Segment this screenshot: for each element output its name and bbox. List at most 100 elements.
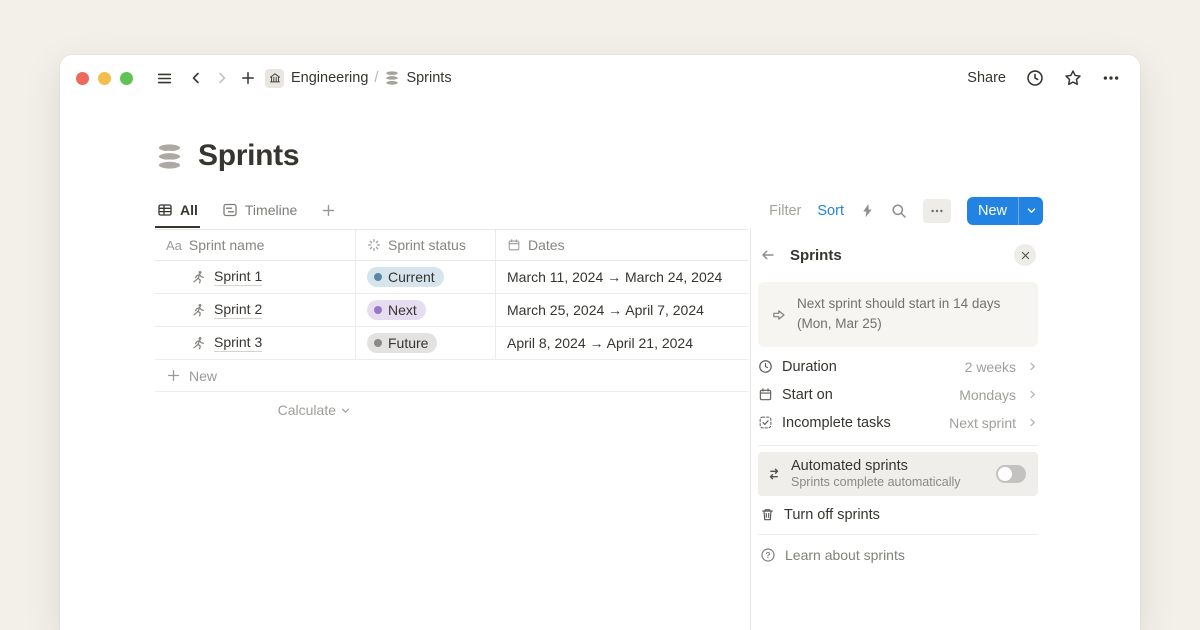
column-header-sprint-status[interactable]: Sprint status — [355, 230, 495, 260]
date-property-icon — [507, 238, 521, 252]
status-label: Next — [388, 302, 417, 318]
breadcrumb: Engineering / Sprints — [291, 70, 452, 86]
column-header-sprint-name[interactable]: Aa Sprint name — [155, 230, 355, 260]
status-dot — [374, 339, 382, 347]
new-row-label: New — [189, 368, 217, 384]
sprint-status-cell[interactable]: Next — [355, 294, 495, 326]
incomplete-tasks-icon — [758, 415, 773, 430]
automated-sprints-row[interactable]: Automated sprints Sprints complete autom… — [758, 452, 1038, 496]
timeline-view-icon — [222, 202, 238, 218]
turn-off-sprints-label: Turn off sprints — [784, 507, 880, 523]
sprint-name-cell[interactable]: Sprint 3 — [155, 327, 355, 359]
app-window: Engineering / Sprints Share Sprints — [60, 55, 1140, 630]
status-badge: Next — [367, 300, 426, 320]
panel-close-icon[interactable] — [1014, 244, 1036, 266]
history-icon[interactable] — [1026, 69, 1044, 87]
setting-value: 2 weeks — [965, 359, 1016, 375]
window-topbar: Engineering / Sprints Share — [60, 55, 1140, 101]
favorite-icon[interactable] — [1064, 69, 1082, 87]
sprint-settings-panel: Sprints Next sprint should start in 14 d… — [758, 228, 1038, 575]
search-icon[interactable] — [891, 203, 907, 219]
status-label: Future — [388, 335, 428, 351]
setting-value: Mondays — [959, 387, 1016, 403]
status-dot — [374, 273, 382, 281]
automated-sprints-icon — [766, 466, 782, 482]
sprint-dates-cell[interactable]: April 8, 2024 → April 21, 2024 — [495, 327, 748, 359]
new-button-group: New — [967, 197, 1043, 225]
table-row: Sprint 3 Future April 8, 2024 → April 21… — [155, 327, 748, 360]
setting-duration[interactable]: Duration 2 weeks — [758, 353, 1038, 381]
new-page-icon[interactable] — [235, 65, 261, 91]
menu-icon[interactable] — [151, 65, 177, 91]
panel-divider — [750, 228, 751, 630]
info-text: Next sprint should start in 14 days (Mon… — [797, 294, 1000, 335]
filter-button[interactable]: Filter — [769, 203, 801, 219]
add-view-icon[interactable] — [321, 193, 336, 228]
database-icon — [384, 70, 400, 86]
panel-header: Sprints — [758, 228, 1038, 282]
table-header-row: Aa Sprint name Sprint status Dates — [155, 229, 748, 261]
sprint-name-cell[interactable]: Sprint 1 — [155, 261, 355, 293]
sprint-name-link[interactable]: Sprint 2 — [214, 301, 262, 320]
breadcrumb-separator: / — [374, 70, 378, 86]
automated-sprints-title: Automated sprints — [791, 458, 961, 474]
column-header-label: Dates — [528, 237, 565, 253]
automated-sprints-toggle[interactable] — [996, 465, 1026, 483]
database-toolbar: Filter Sort New — [769, 193, 1043, 228]
next-sprint-info: Next sprint should start in 14 days (Mon… — [758, 282, 1038, 347]
sprint-dates-cell[interactable]: March 25, 2024 → April 7, 2024 — [495, 294, 748, 326]
page-title[interactable]: Sprints — [198, 139, 299, 173]
more-icon[interactable] — [1102, 69, 1120, 87]
share-button[interactable]: Share — [967, 70, 1006, 86]
workspace-icon — [265, 69, 284, 88]
sprint-icon — [191, 336, 206, 351]
sprint-name-link[interactable]: Sprint 1 — [214, 268, 262, 287]
back-icon[interactable] — [183, 65, 209, 91]
page-title-row: Sprints — [155, 139, 299, 173]
tab-all[interactable]: All — [155, 193, 200, 228]
view-options-button[interactable] — [923, 199, 951, 223]
panel-back-icon[interactable] — [760, 247, 776, 263]
column-header-dates[interactable]: Dates — [495, 230, 748, 260]
sprint-status-cell[interactable]: Current — [355, 261, 495, 293]
status-badge: Current — [367, 267, 444, 287]
status-label: Current — [388, 269, 435, 285]
sprint-name-link[interactable]: Sprint 3 — [214, 334, 262, 353]
info-line2: (Mon, Mar 25) — [797, 316, 882, 331]
close-window-button[interactable] — [76, 72, 89, 85]
setting-incomplete-tasks[interactable]: Incomplete tasks Next sprint — [758, 409, 1038, 437]
chevron-right-icon — [1027, 361, 1038, 372]
column-header-label: Sprint name — [189, 237, 264, 253]
minimize-window-button[interactable] — [98, 72, 111, 85]
forward-icon[interactable] — [209, 65, 235, 91]
sprint-name-cell[interactable]: Sprint 2 — [155, 294, 355, 326]
calculate-button[interactable]: Calculate — [155, 397, 355, 423]
learn-about-sprints-link[interactable]: ? Learn about sprints — [758, 535, 1038, 575]
traffic-lights — [76, 72, 133, 85]
panel-divider-line — [758, 445, 1038, 446]
sprint-status-cell[interactable]: Future — [355, 327, 495, 359]
setting-start-on[interactable]: Start on Mondays — [758, 381, 1038, 409]
tab-timeline[interactable]: Timeline — [220, 193, 299, 228]
setting-label: Incomplete tasks — [782, 415, 891, 431]
breadcrumb-workspace[interactable]: Engineering — [291, 70, 368, 86]
breadcrumb-page[interactable]: Sprints — [406, 70, 451, 86]
info-arrow-icon — [771, 295, 787, 335]
new-button[interactable]: New — [967, 197, 1018, 225]
sprints-table: Aa Sprint name Sprint status Dates — [155, 229, 748, 392]
column-header-label: Sprint status — [388, 237, 466, 253]
sprint-icon — [191, 270, 206, 285]
database-icon[interactable] — [155, 142, 184, 171]
calculate-label: Calculate — [278, 402, 336, 418]
views-toolbar-row: All Timeline Filter Sort — [155, 193, 1043, 228]
sprint-dates-cell[interactable]: March 11, 2024 → March 24, 2024 — [495, 261, 748, 293]
new-dropdown-button[interactable] — [1019, 197, 1043, 225]
chevron-down-icon — [340, 405, 351, 416]
turn-off-sprints-button[interactable]: Turn off sprints — [758, 496, 1038, 534]
zoom-window-button[interactable] — [120, 72, 133, 85]
automations-icon[interactable] — [860, 203, 875, 218]
duration-icon — [758, 359, 773, 374]
table-row: Sprint 2 Next March 25, 2024 → April 7, … — [155, 294, 748, 327]
table-new-row-button[interactable]: New — [155, 360, 748, 392]
sort-button[interactable]: Sort — [817, 203, 844, 219]
